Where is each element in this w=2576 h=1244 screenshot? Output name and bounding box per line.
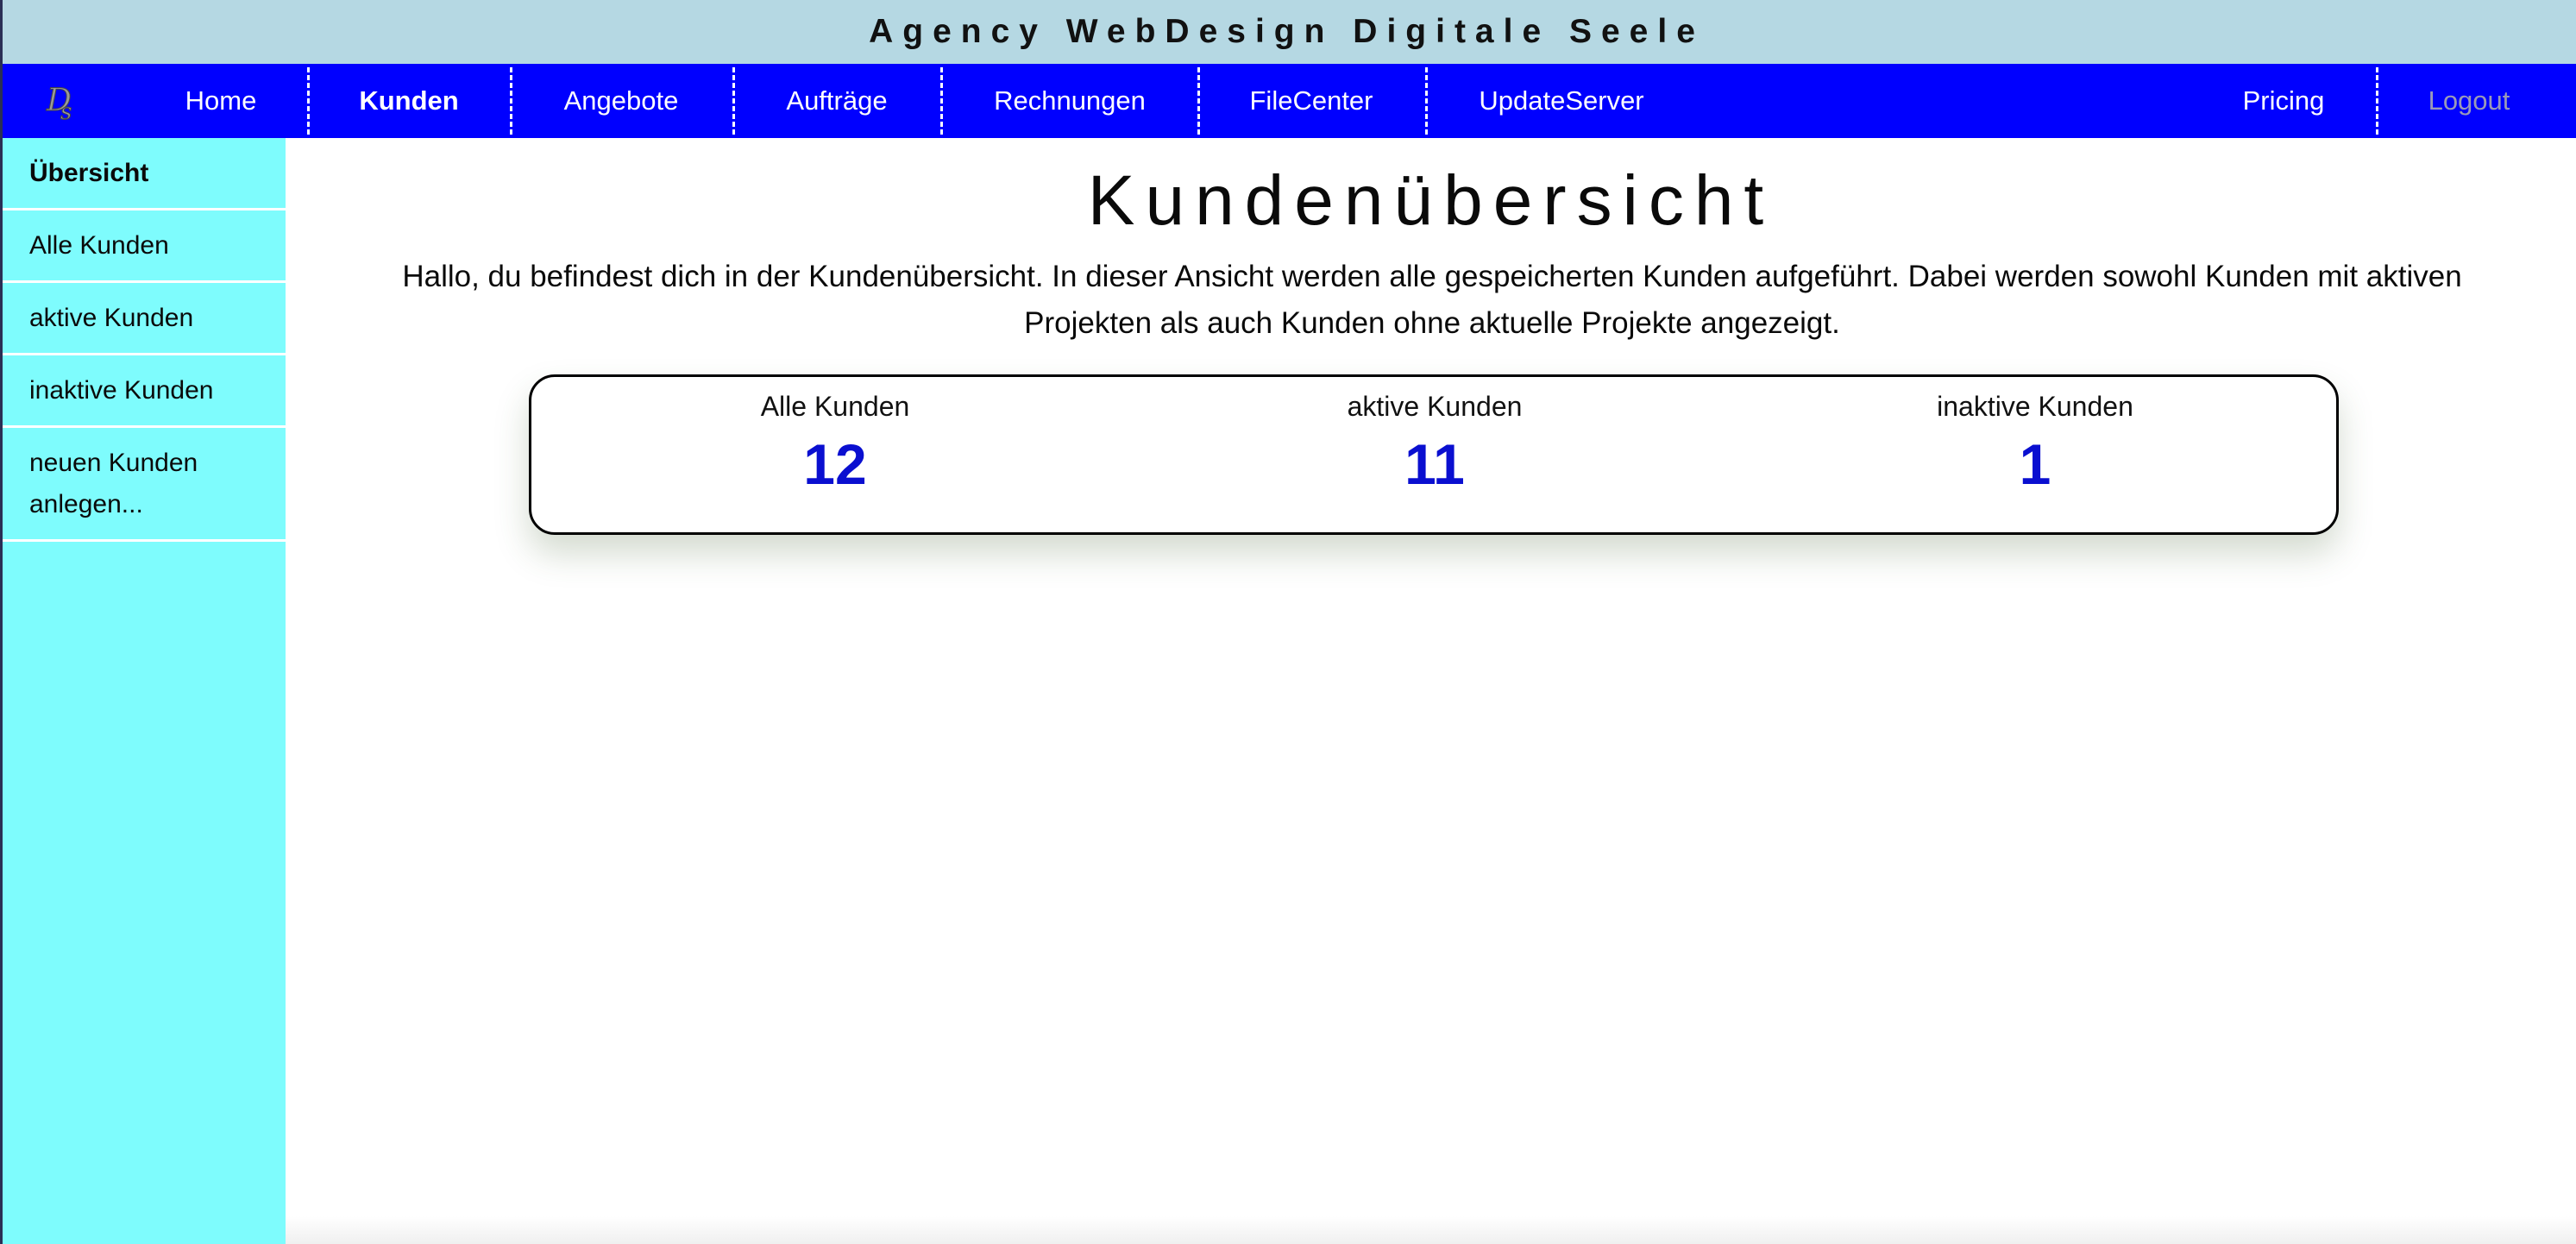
nav-divider [940,67,943,135]
sidebar-item-uebersicht[interactable]: Übersicht [0,138,286,210]
stat-alle-kunden: Alle Kunden 12 [663,377,1008,498]
stat-value: 11 [1404,432,1465,496]
stat-label: aktive Kunden [1347,391,1523,422]
main-navbar: D s Home Kunden Angebote Aufträge Rechnu… [0,64,2576,138]
intro-text: Hallo, du befindest dich in der Kundenüb… [402,260,2462,340]
nav-rechnungen[interactable]: Rechnungen [975,64,1165,138]
stat-value: 1 [2019,432,2051,496]
page: Agency WebDesign Digitale Seele D s Home… [0,0,2576,1244]
nav-pricing[interactable]: Pricing [2217,64,2350,138]
nav-divider [1197,67,1200,135]
nav-logout[interactable]: Logout [2407,64,2531,138]
nav-kunden[interactable]: Kunden [344,64,474,138]
nav-auftraege[interactable]: Aufträge [759,64,914,138]
nav-divider [510,67,512,135]
nav-updateserver[interactable]: UpdateServer [1458,64,1665,138]
sidebar-item-neuen-kunden[interactable]: neuen Kunden anlegen... [0,428,286,542]
stat-label: inaktive Kunden [1937,391,2133,422]
logo-icon[interactable]: D s [43,79,86,126]
sidebar: Übersicht Alle Kunden aktive Kunden inak… [0,138,286,1244]
nav-angebote[interactable]: Angebote [543,64,699,138]
sidebar-item-aktive-kunden[interactable]: aktive Kunden [0,283,286,355]
stat-value: 12 [803,432,867,496]
sidebar-item-alle-kunden[interactable]: Alle Kunden [0,210,286,283]
nav-divider [307,67,310,135]
nav-home[interactable]: Home [169,64,273,138]
window-edge [0,0,3,1244]
stat-aktive-kunden: aktive Kunden 11 [1262,377,1607,498]
sidebar-item-inaktive-kunden[interactable]: inaktive Kunden [0,355,286,428]
nav-divider [1425,67,1428,135]
nav-divider [2376,67,2378,135]
site-title: Agency WebDesign Digitale Seele [869,13,1705,50]
svg-text:s: s [60,99,72,123]
bottom-shade [286,1216,2576,1244]
stat-inaktive-kunden: inaktive Kunden 1 [1863,377,2208,498]
stat-label: Alle Kunden [760,391,910,422]
nav-divider [732,67,735,135]
nav-filecenter[interactable]: FileCenter [1225,64,1398,138]
page-title: Kundenübersicht [1087,161,1775,240]
stats-card: Alle Kunden 12 aktive Kunden 11 inaktive… [529,374,2339,535]
top-banner: Agency WebDesign Digitale Seele [0,0,2576,64]
